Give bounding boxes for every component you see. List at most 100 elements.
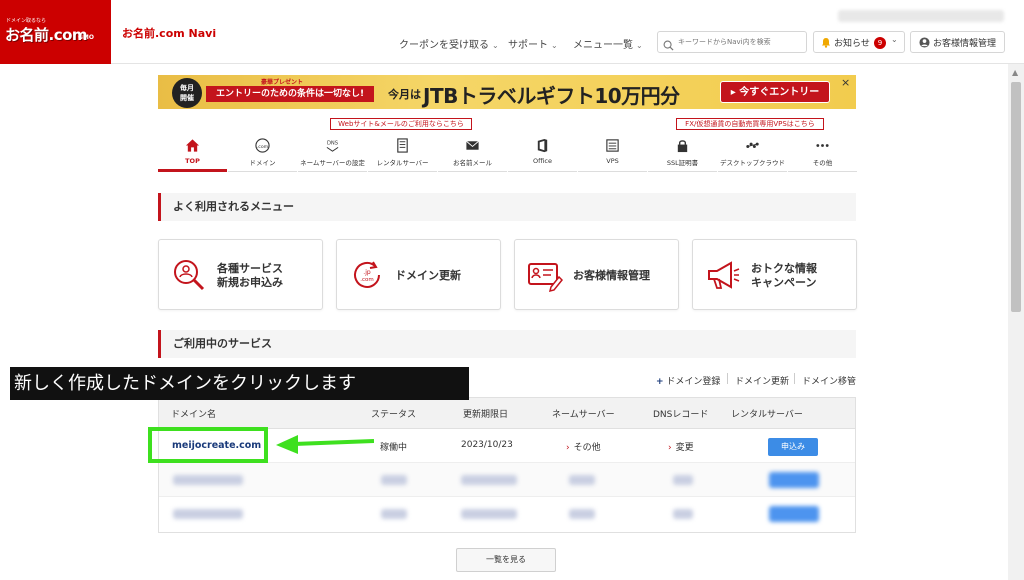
blurred-cell (381, 509, 407, 519)
link-domain-register[interactable]: + ドメイン登録 (656, 374, 720, 387)
nav-support-label: サポート (508, 40, 548, 51)
rental-server-apply-button[interactable]: 申込み (768, 438, 818, 456)
nav-coupon-label: クーポンを受け取る (399, 40, 489, 51)
notice-label: お知らせ (834, 39, 870, 49)
tab-domain[interactable]: .com ドメイン (228, 135, 297, 172)
category-nav: TOP .com ドメイン DNS ネームサーバーの設定 レンタルサーバー お名… (158, 135, 857, 172)
col-status: ステータス (371, 410, 417, 420)
notice-count-badge: 9 (874, 37, 886, 49)
tab-rental-server[interactable]: レンタルサーバー (368, 135, 437, 172)
link-domain-transfer[interactable]: ドメイン移管 (802, 374, 856, 387)
col-nameserver: ネームサーバー (552, 410, 615, 420)
tab-vps[interactable]: VPS (578, 135, 647, 172)
navi-title: お名前.com Navi (122, 27, 217, 40)
banner-small-text: 豪華プレゼント (261, 79, 304, 86)
search-box (657, 31, 807, 53)
account-label: お客様情報管理 (933, 39, 997, 49)
logo-gmo-text: GMO (78, 34, 94, 41)
svg-text:.jp: .jp (363, 269, 371, 276)
logo-tagline: ドメイン取るなら (6, 18, 47, 24)
server-icon (397, 138, 408, 153)
nav-menu-list[interactable]: メニュー一覧 ⌄ (573, 36, 643, 51)
chevron-down-icon: ⌄ (551, 41, 558, 50)
fx-vps-callout[interactable]: FX/仮想通貨の自動売買専用VPSはこちら (676, 118, 824, 130)
plus-icon: + (656, 377, 664, 387)
col-domain-name: ドメイン名 (171, 410, 217, 420)
blurred-button (769, 472, 819, 488)
nav-support[interactable]: サポート ⌄ (508, 36, 558, 51)
blurred-cell (569, 475, 595, 485)
tab-nameserver[interactable]: DNS ネームサーバーの設定 (298, 135, 367, 172)
col-expiry: 更新期限日 (463, 410, 509, 420)
tab-other-label: その他 (812, 159, 833, 167)
svg-text:.com: .com (257, 145, 269, 150)
link-divider (794, 373, 795, 384)
blurred-button (769, 506, 819, 522)
megaphone-icon (708, 261, 740, 289)
banner-entry-button[interactable]: ▸ 今すぐエントリー (720, 81, 830, 103)
card-domain-renew[interactable]: .jp .com ドメイン更新 (336, 239, 501, 310)
scroll-up-icon[interactable]: ▲ (1012, 68, 1018, 77)
web-mail-callout[interactable]: Webサイト&メールのご利用ならこちら (330, 118, 472, 130)
banner-condition-text: エントリーのための条件は一切なし! (206, 86, 374, 102)
customer-info-icon (528, 263, 563, 293)
scrollbar[interactable]: ▲ (1008, 64, 1024, 580)
blurred-cell (673, 509, 693, 519)
chevron-right-icon: › (668, 443, 672, 453)
link-divider (727, 373, 728, 384)
annotation-arrow-icon (276, 435, 374, 454)
domain-expiry: 2023/10/23 (461, 440, 513, 450)
notice-button[interactable]: お知らせ 9 ⌄ (813, 31, 905, 53)
frequent-menu-heading: よく利用されるメニュー (158, 193, 856, 221)
chevron-down-icon: ⌄ (891, 35, 898, 44)
tab-onamae-mail-label: お名前メール (453, 159, 492, 167)
blurred-account-info (838, 10, 1004, 22)
header: ドメイン取るなら お名前.com GMO お名前.com Navi クーポンを受… (0, 0, 1024, 64)
office-icon (537, 138, 548, 153)
tab-nameserver-label: ネームサーバーの設定 (300, 159, 365, 167)
tab-top-label: TOP (185, 157, 200, 165)
scroll-thumb[interactable] (1011, 82, 1021, 312)
tab-top[interactable]: TOP (158, 135, 227, 172)
tab-other[interactable]: その他 (788, 135, 857, 172)
card-campaign[interactable]: おトクな情報 キャンペーン (692, 239, 857, 310)
card-new-service[interactable]: 各種サービス 新規お申込み (158, 239, 323, 310)
table-row-blurred (159, 497, 855, 531)
table-row-blurred (159, 463, 855, 497)
col-rental-server: レンタルサーバー (731, 410, 803, 420)
tab-desktop-cloud[interactable]: デスクトップクラウド (718, 135, 787, 172)
card-customer-info[interactable]: お客様情報管理 (514, 239, 679, 310)
blurred-cell (569, 509, 595, 519)
card-new-service-label: 各種サービス 新規お申込み (217, 261, 283, 289)
banner-monthly-badge: 毎月 開催 (172, 78, 202, 108)
tab-ssl[interactable]: SSL証明書 (648, 135, 717, 172)
bell-icon (822, 38, 830, 48)
tab-ssl-label: SSL証明書 (666, 159, 699, 167)
search-icon[interactable] (663, 36, 674, 55)
tab-office[interactable]: Office (508, 135, 577, 172)
mail-icon (466, 140, 479, 150)
domain-status: 稼働中 (380, 443, 408, 453)
view-all-button[interactable]: 一覧を見る (456, 548, 556, 572)
blurred-cell (461, 475, 517, 485)
tab-desktop-cloud-label: デスクトップクラウド (720, 159, 785, 167)
nav-coupon[interactable]: クーポンを受け取る ⌄ (399, 36, 499, 51)
service-search-icon (174, 260, 205, 291)
onamae-logo[interactable]: ドメイン取るなら お名前.com GMO (0, 0, 111, 64)
account-button[interactable]: お客様情報管理 (910, 31, 1005, 53)
services-table: ドメイン名 ステータス 更新期限日 ネームサーバー DNSレコード レンタルサー… (158, 397, 856, 533)
campaign-banner[interactable]: 毎月 開催 豪華プレゼント エントリーのための条件は一切なし! 今月は JTBトラ… (158, 75, 856, 109)
dns-change-link[interactable]: › 変更 (668, 440, 694, 453)
close-icon[interactable]: × (841, 76, 850, 89)
blurred-cell (173, 475, 243, 485)
svg-text:DNS: DNS (327, 141, 338, 147)
card-campaign-label: おトクな情報 キャンペーン (751, 261, 817, 289)
link-domain-renew[interactable]: ドメイン更新 (735, 374, 789, 387)
link-domain-register-label: ドメイン登録 (666, 377, 721, 387)
tab-onamae-mail[interactable]: お名前メール (438, 135, 507, 172)
table-header: ドメイン名 ステータス 更新期限日 ネームサーバー DNSレコード レンタルサー… (159, 398, 855, 429)
dns-change-label: 変更 (675, 443, 694, 453)
col-dns-record: DNSレコード (653, 410, 709, 420)
search-input[interactable] (678, 35, 802, 49)
nameserver-link[interactable]: › その他 (566, 440, 601, 453)
